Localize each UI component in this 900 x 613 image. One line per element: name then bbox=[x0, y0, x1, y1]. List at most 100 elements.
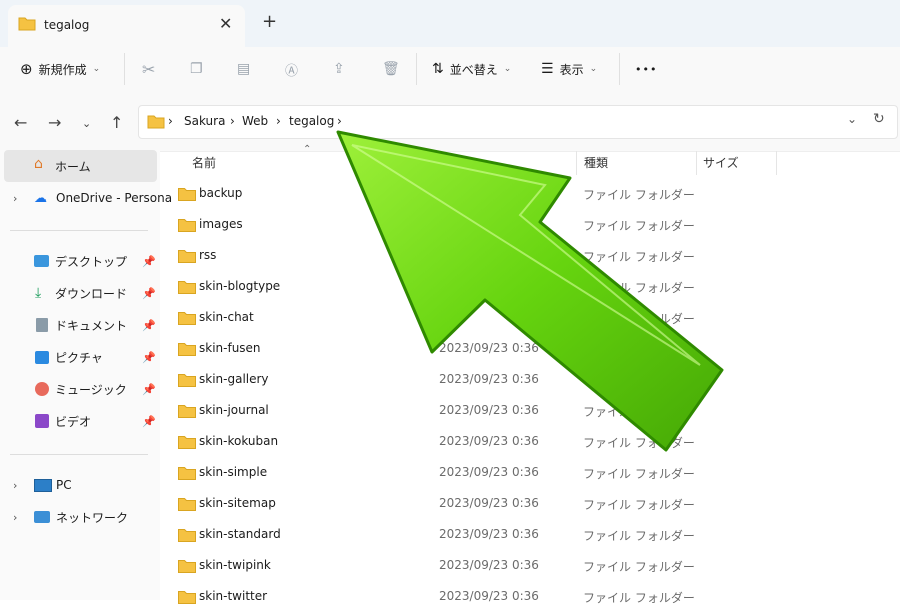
file-row[interactable]: rss ファイル フォルダー bbox=[160, 241, 900, 272]
paste-icon[interactable]: ▤ bbox=[237, 59, 250, 79]
chevron-down-icon: ⌄ bbox=[589, 64, 598, 74]
computer-icon bbox=[34, 478, 52, 492]
column-header-name[interactable]: 名前 bbox=[192, 154, 216, 171]
file-type: ファイル フォルダー bbox=[583, 312, 695, 326]
breadcrumb-separator-icon[interactable]: › bbox=[337, 114, 342, 128]
breadcrumb-tegalog[interactable]: tegalog bbox=[289, 114, 334, 128]
breadcrumb-separator-icon: › bbox=[276, 114, 281, 128]
new-tab-button[interactable]: + bbox=[262, 11, 277, 32]
file-row[interactable]: skin-chat ファイル フォルダー bbox=[160, 303, 900, 334]
file-type: ファイル フォルダー bbox=[583, 591, 695, 605]
sidebar-item-downloads[interactable]: ⤓ ダウンロード 📌 bbox=[0, 278, 160, 308]
view-label: 表示 bbox=[559, 62, 584, 77]
delete-icon[interactable]: 🗑 bbox=[382, 59, 400, 79]
column-header-type[interactable]: 種類 bbox=[584, 154, 608, 171]
up-arrow-icon[interactable]: ↑ bbox=[110, 113, 123, 132]
file-name: rss bbox=[199, 248, 217, 262]
file-row[interactable]: skin-sitemap 2023/09/23 0:36 ファイル フォルダー bbox=[160, 489, 900, 520]
divider bbox=[619, 53, 620, 85]
file-row[interactable]: skin-standard 2023/09/23 0:36 ファイル フォルダー bbox=[160, 520, 900, 551]
pin-icon[interactable]: 📌 bbox=[142, 287, 156, 300]
column-divider[interactable] bbox=[776, 151, 777, 175]
more-options-button[interactable]: ••• bbox=[635, 59, 657, 79]
folder-icon bbox=[178, 498, 196, 511]
new-button[interactable]: ⊕ 新規作成 ⌄ bbox=[20, 59, 100, 79]
share-icon[interactable]: ⇪ bbox=[333, 59, 345, 79]
sort-button[interactable]: ⇅ 並べ替え ⌄ bbox=[432, 59, 511, 79]
title-bar: tegalog ✕ + bbox=[0, 0, 900, 47]
address-history-chevron-icon[interactable]: ⌄ bbox=[847, 112, 857, 126]
file-row[interactable]: images ファイル フォルダー bbox=[160, 210, 900, 241]
sidebar-item-pc[interactable]: › PC bbox=[0, 470, 160, 500]
file-type: ファイル フォルダー bbox=[583, 498, 695, 512]
sidebar-item-music[interactable]: ミュージック 📌 bbox=[0, 374, 160, 404]
sidebar-item-documents[interactable]: ドキュメント 📌 bbox=[0, 310, 160, 340]
file-row[interactable]: skin-gallery 2023/09/23 0:36 ファイル フォルダー bbox=[160, 365, 900, 396]
breadcrumb-separator-icon: › bbox=[230, 114, 235, 128]
file-name: skin-chat bbox=[199, 310, 254, 324]
expand-chevron-icon[interactable]: › bbox=[13, 511, 17, 524]
folder-icon bbox=[178, 436, 196, 449]
sidebar-label: ドキュメント bbox=[55, 318, 128, 333]
recent-chevron-icon[interactable]: ⌄ bbox=[82, 117, 91, 130]
file-type: ファイル フォルダー bbox=[583, 281, 695, 295]
folder-icon bbox=[178, 219, 196, 232]
file-date: 2023/09/23 0:36 bbox=[439, 341, 539, 355]
sidebar-item-desktop[interactable]: デスクトップ 📌 bbox=[0, 246, 160, 276]
sidebar-label: デスクトップ bbox=[55, 254, 128, 269]
file-row[interactable]: skin-twipink 2023/09/23 0:36 ファイル フォルダー bbox=[160, 551, 900, 582]
close-tab-icon[interactable]: ✕ bbox=[219, 14, 232, 33]
file-date: 2023/09/23 0:36 bbox=[439, 465, 539, 479]
sidebar-label: ビデオ bbox=[55, 414, 92, 429]
pin-icon[interactable]: 📌 bbox=[142, 255, 156, 268]
view-button[interactable]: ☰ 表示 ⌄ bbox=[541, 59, 597, 79]
download-icon: ⤓ bbox=[35, 285, 42, 301]
tab-tegalog[interactable]: tegalog ✕ bbox=[8, 5, 245, 47]
breadcrumb-sakura[interactable]: Sakura bbox=[184, 114, 225, 128]
file-date: 2023/09/23 0:36 bbox=[439, 558, 539, 572]
file-row[interactable]: skin-simple 2023/09/23 0:36 ファイル フォルダー bbox=[160, 458, 900, 489]
refresh-icon[interactable]: ↻ bbox=[873, 111, 885, 127]
file-name: skin-sitemap bbox=[199, 496, 276, 510]
copy-icon[interactable]: ❐ bbox=[190, 59, 203, 79]
file-row[interactable]: backup ファイル フォルダー bbox=[160, 179, 900, 210]
new-label: 新規作成 bbox=[38, 62, 87, 77]
cut-icon[interactable]: ✂ bbox=[142, 59, 155, 79]
column-divider[interactable] bbox=[576, 151, 577, 175]
column-divider[interactable] bbox=[696, 151, 697, 175]
file-date: 2023/09/23 0:36 bbox=[439, 589, 539, 603]
file-row[interactable]: skin-blogtype ファイル フォルダー bbox=[160, 272, 900, 303]
rename-icon[interactable]: Ⓐ bbox=[285, 59, 298, 79]
forward-arrow-icon[interactable]: → bbox=[48, 113, 61, 132]
sidebar-label: ピクチャ bbox=[55, 350, 103, 365]
file-date: 2023/09/23 0:36 bbox=[439, 496, 539, 510]
sidebar-item-pictures[interactable]: ピクチャ 📌 bbox=[0, 342, 160, 372]
column-header-size[interactable]: サイズ bbox=[703, 154, 739, 171]
pin-icon[interactable]: 📌 bbox=[142, 415, 156, 428]
divider bbox=[10, 454, 148, 455]
sidebar-label: PC bbox=[56, 478, 72, 492]
pin-icon[interactable]: 📌 bbox=[142, 319, 156, 332]
back-arrow-icon[interactable]: ← bbox=[14, 113, 27, 132]
file-row[interactable]: skin-journal 2023/09/23 0:36 ファイル フォルダー bbox=[160, 396, 900, 427]
sidebar-item-videos[interactable]: ビデオ 📌 bbox=[0, 406, 160, 436]
sidebar-item-home[interactable]: ⌂ ホーム bbox=[0, 150, 160, 182]
file-row[interactable]: skin-fusen 2023/09/23 0:36 ファイル フォルダー bbox=[160, 334, 900, 365]
breadcrumb-separator-icon: › bbox=[168, 114, 173, 128]
file-row[interactable]: skin-twitter 2023/09/23 0:36 ファイル フォルダー bbox=[160, 582, 900, 613]
divider bbox=[124, 53, 125, 85]
expand-chevron-icon[interactable]: › bbox=[13, 479, 17, 492]
file-type: ファイル フォルダー bbox=[583, 560, 695, 574]
file-name: skin-twipink bbox=[199, 558, 271, 572]
pin-icon[interactable]: 📌 bbox=[142, 383, 156, 396]
sidebar-item-onedrive[interactable]: › ☁ OneDrive - Persona bbox=[0, 183, 172, 213]
desktop-icon bbox=[34, 255, 49, 267]
breadcrumb-web[interactable]: Web bbox=[242, 114, 268, 128]
sidebar-item-network[interactable]: › ネットワーク bbox=[0, 502, 160, 532]
pin-icon[interactable]: 📌 bbox=[142, 351, 156, 364]
file-type: ファイル フォルダー bbox=[583, 343, 695, 357]
tab-title: tegalog bbox=[44, 18, 90, 32]
file-row[interactable]: skin-kokuban 2023/09/23 0:36 ファイル フォルダー bbox=[160, 427, 900, 458]
expand-chevron-icon[interactable]: › bbox=[13, 192, 17, 205]
file-type: ファイル フォルダー bbox=[583, 188, 695, 202]
